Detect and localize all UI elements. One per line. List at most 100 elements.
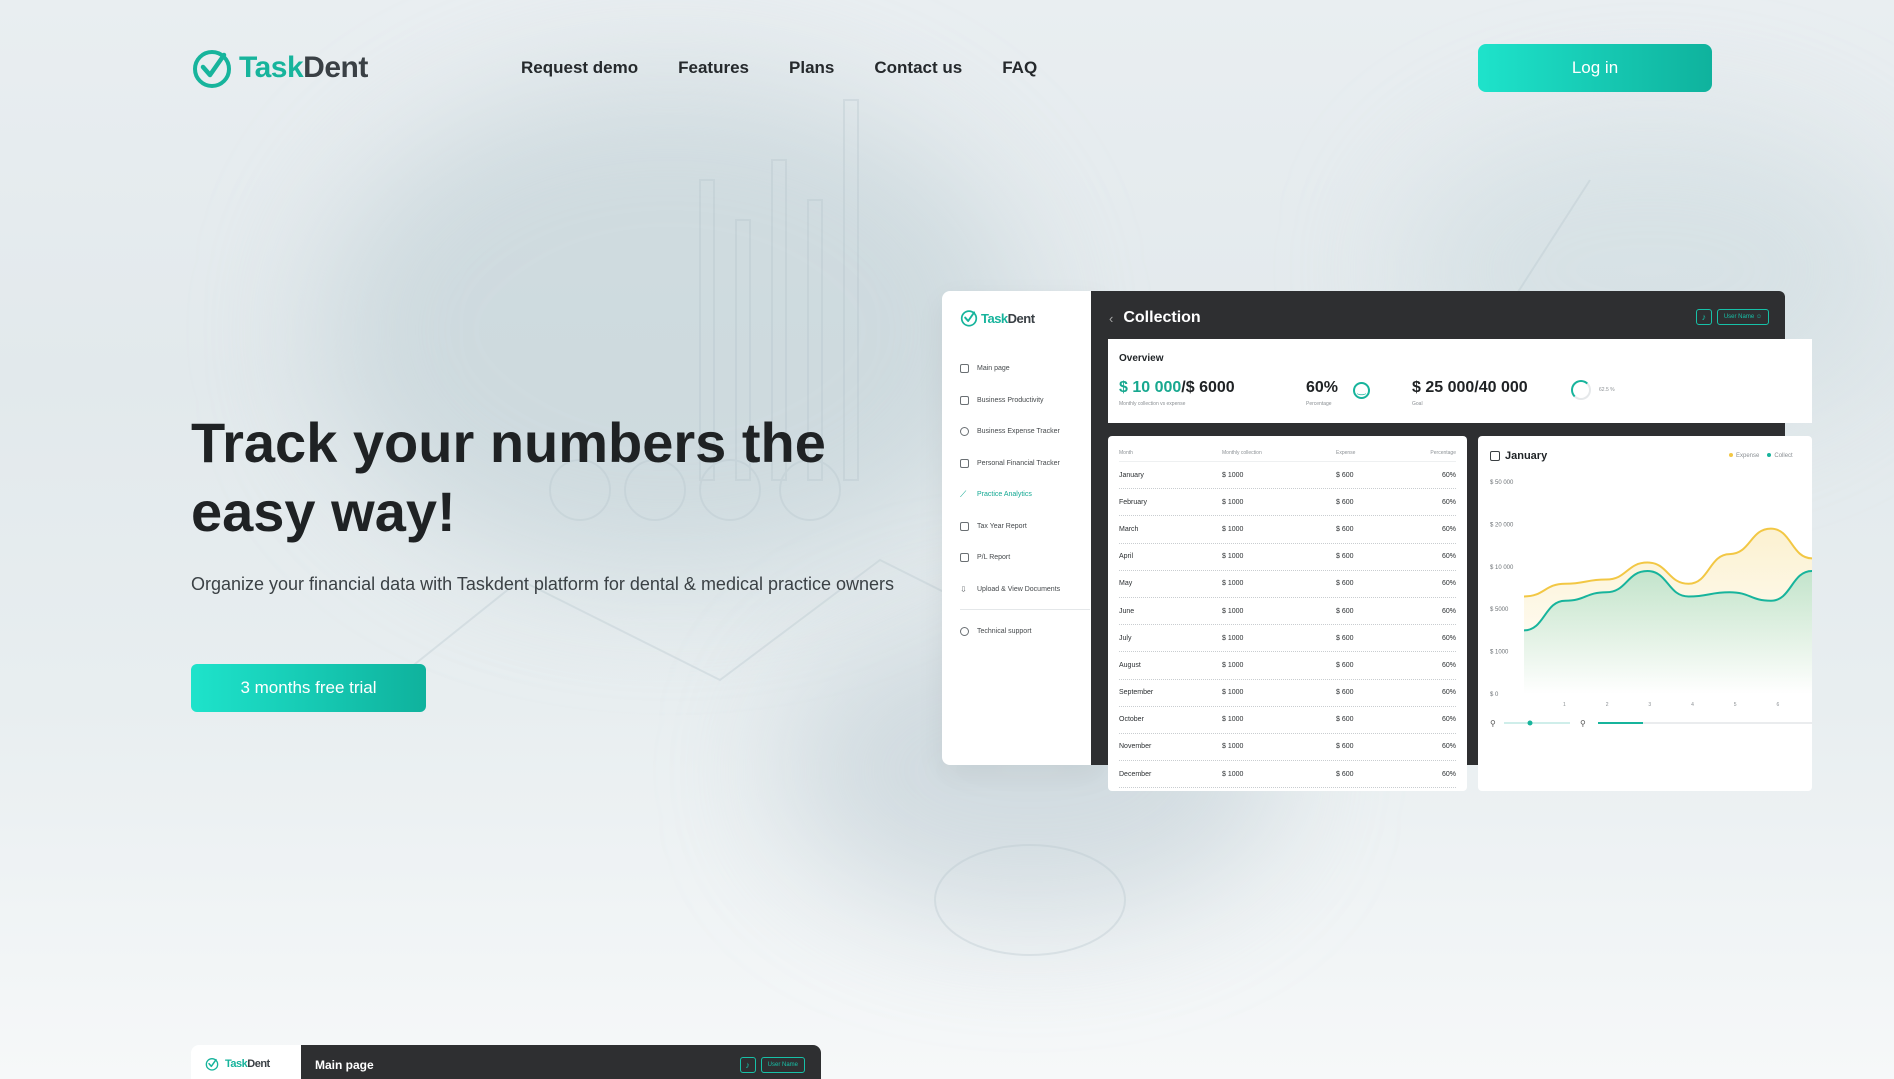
- legend-expense: Expense: [1729, 453, 1759, 459]
- nav-request-demo[interactable]: Request demo: [521, 58, 638, 78]
- login-button[interactable]: Log in: [1478, 44, 1712, 92]
- table-cell: $ 600: [1336, 661, 1354, 669]
- y-tick-label: $ 1000: [1490, 650, 1509, 656]
- table-cell: 60%: [1441, 770, 1456, 778]
- mini-page-title: Main page: [315, 1058, 374, 1072]
- table-row: April $ 1000 $ 600 60%: [1119, 544, 1456, 571]
- percentage-metric: 60% Percentage: [1306, 379, 1339, 407]
- x-tick-label: 1: [1563, 702, 1566, 708]
- table-cell: March: [1119, 525, 1139, 533]
- table-row: July $ 1000 $ 600 60%: [1119, 625, 1456, 653]
- trend-icon: ⟋: [960, 489, 967, 500]
- sidebar-item-tax-year-report[interactable]: Tax Year Report: [960, 511, 1090, 543]
- overview-card: Overview $ 10 000/$ 6000 Monthly collect…: [1108, 339, 1812, 423]
- table-cell: $ 600: [1336, 743, 1354, 751]
- zoom-out-icon[interactable]: ⚲: [1490, 719, 1496, 728]
- table-cell: $ 1000: [1222, 634, 1244, 642]
- bell-icon[interactable]: ♪: [1695, 309, 1712, 325]
- nav-contact-us[interactable]: Contact us: [874, 58, 962, 78]
- nav-faq[interactable]: FAQ: [1002, 58, 1037, 78]
- table-cell: $ 600: [1336, 525, 1354, 533]
- table-row: September $ 1000 $ 600 60%: [1119, 680, 1456, 707]
- nav-plans[interactable]: Plans: [789, 58, 834, 78]
- table-cell: $ 1000: [1222, 498, 1244, 506]
- x-tick-label: 2: [1606, 702, 1609, 708]
- top-navbar: TaskDent Request demo Features Plans Con…: [0, 0, 1894, 136]
- table-cell: $ 600: [1336, 689, 1354, 697]
- table-cell: June: [1119, 607, 1135, 615]
- table-cell: February: [1119, 498, 1148, 506]
- table-cell: $ 600: [1336, 716, 1354, 724]
- preview-header: ‹ Collection: [1109, 309, 1201, 327]
- chevron-left-icon[interactable]: ‹: [1109, 311, 1113, 326]
- table-cell: $ 1000: [1222, 661, 1244, 669]
- collection-metric: $ 10 000/$ 6000 Monthly collection vs ex…: [1119, 379, 1235, 407]
- y-tick-label: $ 0: [1490, 692, 1499, 698]
- x-tick-label: 6: [1777, 702, 1780, 708]
- upload-icon: ⇩: [960, 584, 967, 594]
- x-tick-label: 4: [1691, 702, 1694, 708]
- table-cell: $ 600: [1336, 580, 1354, 588]
- table-cell: $ 600: [1336, 553, 1354, 561]
- hero-subtitle: Organize your financial data with Taskde…: [191, 574, 895, 594]
- table-cell: 60%: [1441, 607, 1456, 615]
- dashboard-preview: TaskDent Main page Business Productivity…: [942, 291, 1812, 791]
- zoom-in-icon[interactable]: ⚲: [1580, 719, 1586, 728]
- tooth-check-logo-icon: [205, 1058, 219, 1071]
- zoom-slider-handle[interactable]: [1527, 720, 1533, 726]
- sidebar-item-personal-financial-tracker[interactable]: Personal Financial Tracker: [960, 448, 1090, 480]
- goal-progress-ring: [1571, 380, 1591, 400]
- table-cell: April: [1119, 553, 1134, 561]
- table-cell: 60%: [1441, 498, 1456, 506]
- table-cell: September: [1119, 689, 1154, 697]
- user-menu-button[interactable]: User Name ☺: [1716, 309, 1769, 325]
- preview-toolbar: ♪ User Name ☺: [1695, 309, 1769, 325]
- table-cell: 60%: [1441, 580, 1456, 588]
- x-tick-label: 5: [1734, 702, 1737, 708]
- sidebar-item-practice-analytics[interactable]: ⟋ Practice Analytics: [960, 479, 1090, 511]
- collection-chart-card: January Expense Collect $ 50 000 $ 20 000…: [1478, 436, 1812, 791]
- nav-features[interactable]: Features: [678, 58, 749, 78]
- table-cell: $ 600: [1336, 634, 1354, 642]
- table-row: December $ 1000 $ 600 60%: [1119, 761, 1456, 789]
- table-cell: December: [1119, 770, 1152, 778]
- table-header-row: Month Monthly collection Expense Percent…: [1119, 444, 1456, 462]
- sidebar-item-business-expense-tracker[interactable]: Business Expense Tracker: [960, 416, 1090, 448]
- mini-logo: TaskDent: [205, 1057, 270, 1071]
- table-cell: $ 600: [1336, 607, 1354, 615]
- bank-icon: [960, 458, 969, 468]
- mini-main-area: Main page ♪ User Name: [301, 1045, 821, 1079]
- bell-icon[interactable]: ♪: [739, 1057, 756, 1073]
- brand-logo[interactable]: TaskDent: [191, 47, 368, 89]
- table-cell: $ 1000: [1222, 471, 1244, 479]
- table-row: March $ 1000 $ 600 60%: [1119, 516, 1456, 544]
- sidebar-item-business-productivity[interactable]: Business Productivity: [960, 385, 1090, 417]
- table-cell: November: [1119, 743, 1152, 751]
- table-cell: $ 1000: [1222, 689, 1244, 697]
- free-trial-button[interactable]: 3 months free trial: [191, 664, 426, 712]
- table-cell: $ 1000: [1222, 553, 1244, 561]
- table-row: November $ 1000 $ 600 60%: [1119, 734, 1456, 762]
- preview-sidebar-menu: Main page Business Productivity Business…: [960, 353, 1090, 648]
- sidebar-item-pl-report[interactable]: P/L Report: [960, 542, 1090, 574]
- goal-progress-label: 62.5 %: [1599, 387, 1615, 393]
- sidebar-divider: [960, 609, 1090, 610]
- table-cell: 60%: [1441, 716, 1456, 724]
- table-cell: $ 1000: [1222, 770, 1244, 778]
- table-row: January $ 1000 $ 600 60%: [1119, 462, 1456, 490]
- table-row: June $ 1000 $ 600 60%: [1119, 598, 1456, 626]
- table-cell: August: [1119, 661, 1141, 669]
- sidebar-item-technical-support[interactable]: Technical support: [960, 616, 1090, 648]
- table-cell: 60%: [1441, 471, 1456, 479]
- chart-title: January: [1505, 450, 1548, 462]
- main-menu: Request demo Features Plans Contact us F…: [521, 58, 1037, 78]
- chart-legend: Expense Collect: [1729, 453, 1793, 459]
- sidebar-item-upload-documents[interactable]: ⇩ Upload & View Documents: [960, 574, 1090, 606]
- help-icon: [960, 627, 969, 637]
- user-menu-button[interactable]: User Name: [760, 1057, 805, 1073]
- table-cell: 60%: [1441, 661, 1456, 669]
- mini-sidebar: TaskDent: [191, 1045, 301, 1079]
- y-tick-label: $ 10 000: [1490, 565, 1514, 571]
- sidebar-item-main-page[interactable]: Main page: [960, 353, 1090, 385]
- preview-sidebar: TaskDent Main page Business Productivity…: [942, 291, 1102, 765]
